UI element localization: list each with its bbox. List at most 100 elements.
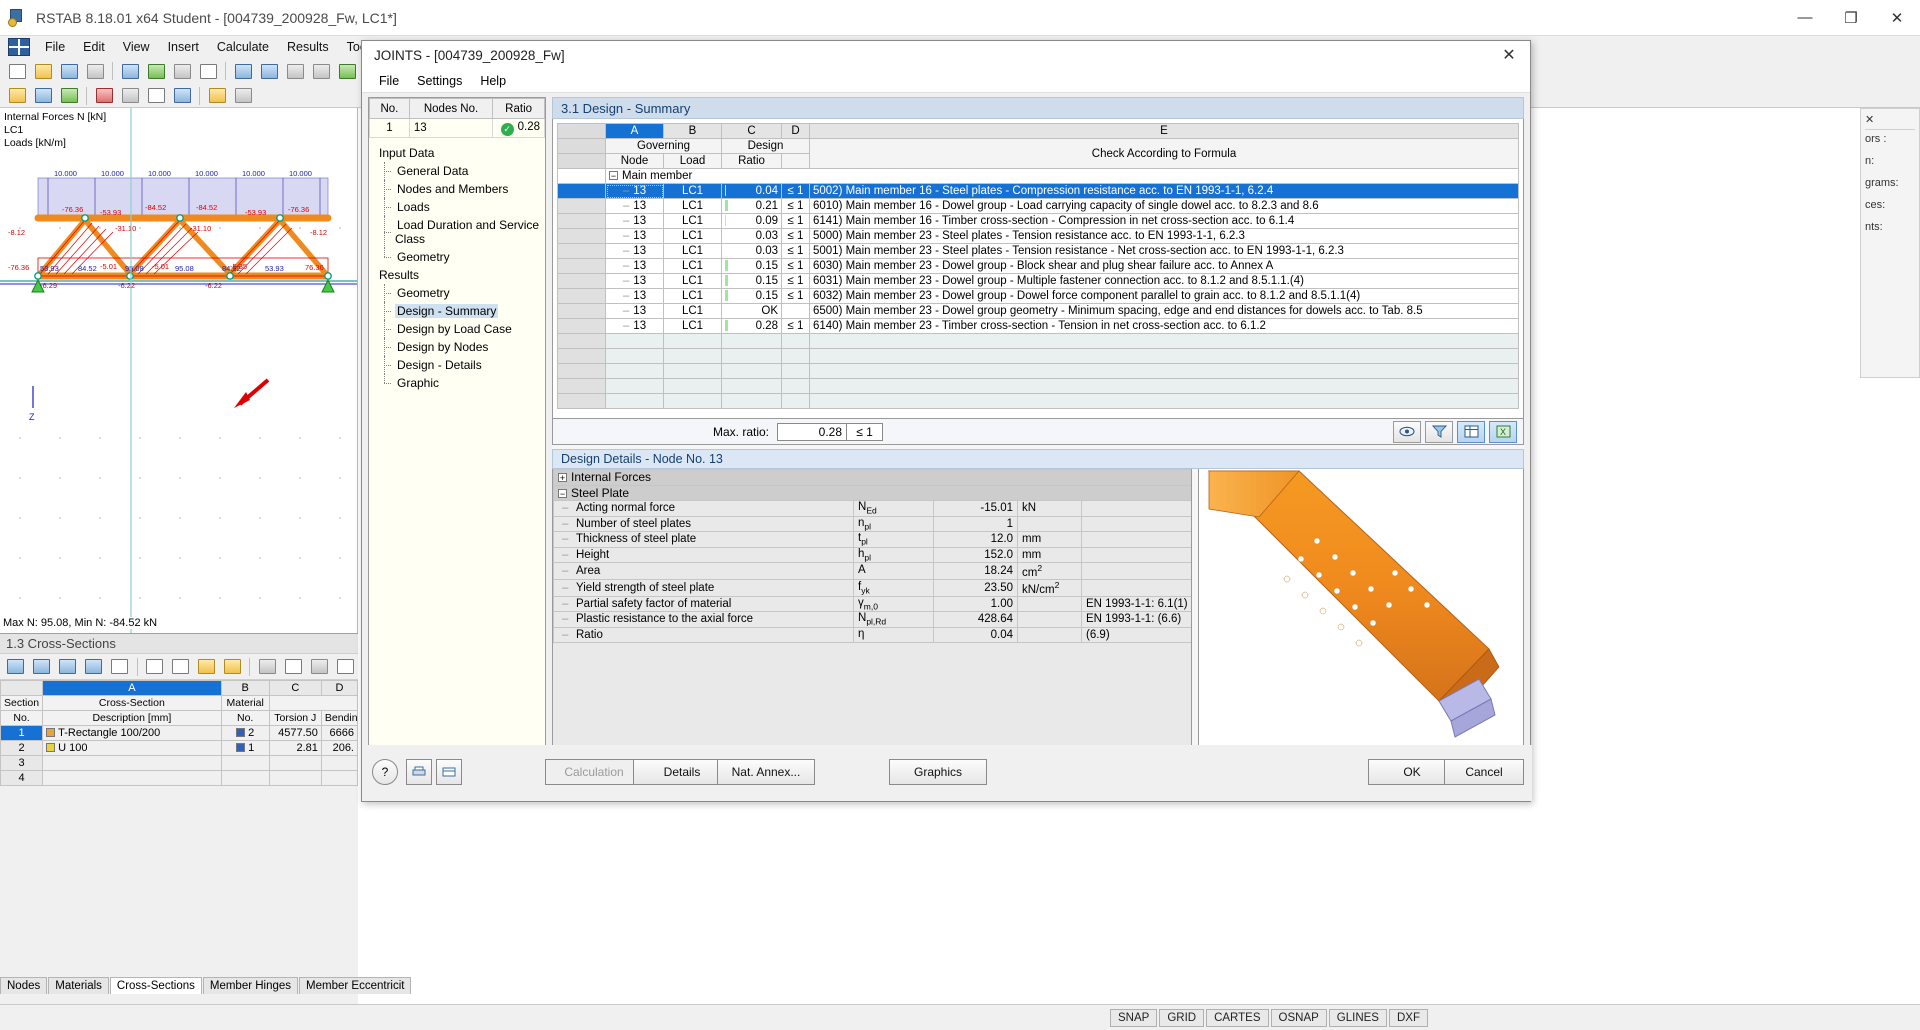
filter-icon[interactable] <box>1425 421 1453 443</box>
zoom-window-icon[interactable] <box>283 60 307 82</box>
menu-view[interactable]: View <box>114 38 159 56</box>
model-viewport[interactable]: 10.00010.00010.000 10.00010.00010.000 -7… <box>0 108 358 633</box>
snap-tool-icon[interactable] <box>170 85 194 107</box>
xs-desc-3[interactable] <box>43 756 222 771</box>
open-file-icon[interactable] <box>31 60 55 82</box>
xs-desc-4[interactable] <box>43 771 222 786</box>
xs-desc-2[interactable]: U 100 <box>43 741 222 756</box>
xs-lib-icon[interactable] <box>220 656 244 678</box>
cut-icon[interactable] <box>170 60 194 82</box>
xs-print-icon[interactable] <box>307 656 331 678</box>
print-icon[interactable] <box>83 60 107 82</box>
xs-close-icon[interactable] <box>333 656 357 678</box>
xs-desc-1[interactable]: T-Rectangle 100/200 <box>43 726 222 741</box>
status-cartes[interactable]: CARTES <box>1206 1009 1268 1027</box>
status-glines[interactable]: GLINES <box>1329 1009 1387 1027</box>
xs-row-no-3[interactable]: 3 <box>1 756 43 771</box>
xs-bending-2[interactable]: 206. <box>321 741 357 756</box>
nav-item-nodes-and-members[interactable]: Nodes and Members <box>377 180 545 198</box>
xs-row-no-1[interactable]: 1 <box>1 726 43 741</box>
table-row[interactable]: –13 LC1 0.28 ≤ 1 6140) Main member 23 - … <box>558 319 1519 334</box>
xs-table-icon[interactable] <box>143 656 167 678</box>
nav-item-design-by-nodes[interactable]: Design by Nodes <box>377 338 545 356</box>
status-osnap[interactable]: OSNAP <box>1271 1009 1327 1027</box>
section-tool-icon[interactable] <box>231 85 255 107</box>
xs-bending-4[interactable] <box>321 771 357 786</box>
tab-cross-sections[interactable]: Cross-Sections <box>110 977 202 994</box>
xs-mat-1[interactable]: 2 <box>221 726 269 741</box>
summary-group-row[interactable]: −Main member <box>558 169 1519 184</box>
xs-refresh-icon[interactable] <box>255 656 279 678</box>
xs-open-icon[interactable] <box>30 656 54 678</box>
status-grid[interactable]: GRID <box>1159 1009 1204 1027</box>
print-report-button[interactable] <box>406 759 432 785</box>
dialog-menu-help[interactable]: Help <box>471 72 515 90</box>
eye-icon[interactable] <box>1393 421 1421 443</box>
dialog-close-icon[interactable]: ✕ <box>1488 41 1530 69</box>
xs-col-d[interactable]: D <box>321 681 357 696</box>
xs-bending-3[interactable] <box>321 756 357 771</box>
joint-row-no[interactable]: 1 <box>370 119 410 138</box>
redo-icon[interactable] <box>144 60 168 82</box>
joint-row-nodes[interactable]: 13 <box>409 119 492 138</box>
nav-item-geometry-input[interactable]: Geometry <box>377 248 545 266</box>
dialog-menu-file[interactable]: File <box>370 72 408 90</box>
table-row[interactable]: –13 LC1 0.09 ≤ 1 6141) Main member 16 - … <box>558 214 1519 229</box>
export-button[interactable] <box>436 759 462 785</box>
summary-node-3[interactable]: –13 <box>606 214 664 229</box>
xs-mat-2[interactable]: 1 <box>221 741 269 756</box>
menu-edit[interactable]: Edit <box>74 38 114 56</box>
tab-member-hinges[interactable]: Member Hinges <box>203 977 298 994</box>
summary-col-c[interactable]: C <box>722 124 782 139</box>
design-summary-table[interactable]: A B C D E Governing Design Check Accordi… <box>557 123 1519 409</box>
nav-item-load-duration[interactable]: Load Duration and Service Class <box>377 216 545 248</box>
nav-item-general-data[interactable]: General Data <box>377 162 545 180</box>
xs-row-no-2[interactable]: 2 <box>1 741 43 756</box>
node-tool-icon[interactable] <box>5 85 29 107</box>
menu-insert[interactable]: Insert <box>159 38 208 56</box>
calculation-button[interactable]: Calculation <box>545 759 643 785</box>
joint-list-table[interactable]: No. Nodes No. Ratio 1 13 ✓0.28 <box>369 98 545 138</box>
xs-copy-icon[interactable] <box>82 656 106 678</box>
dialog-menu-settings[interactable]: Settings <box>408 72 471 90</box>
ok-button[interactable]: OK <box>1368 759 1456 785</box>
undo-icon[interactable] <box>118 60 142 82</box>
joint-row-ratio[interactable]: ✓0.28 <box>493 119 545 138</box>
expand-icon[interactable]: + <box>558 473 567 482</box>
summary-node-1[interactable]: –13 <box>606 184 664 199</box>
xs-filter-icon[interactable] <box>281 656 305 678</box>
xs-row-no-4[interactable]: 4 <box>1 771 43 786</box>
table-row[interactable]: –13 LC1 0.03 ≤ 1 5000) Main member 23 - … <box>558 229 1519 244</box>
minimize-button[interactable]: — <box>1782 0 1828 36</box>
details-group-internal-forces[interactable]: +Internal Forces <box>554 470 1192 486</box>
hinge-tool-icon[interactable] <box>118 85 142 107</box>
summary-col-e[interactable]: E <box>810 124 1519 139</box>
status-dxf[interactable]: DXF <box>1389 1009 1428 1027</box>
xs-new-icon[interactable] <box>4 656 28 678</box>
table-row[interactable]: –13 LC1 0.03 ≤ 1 5001) Main member 23 - … <box>558 244 1519 259</box>
zoom-out-icon[interactable] <box>257 60 281 82</box>
table-row[interactable]: –13 LC1 0.15 ≤ 1 6031) Main member 23 - … <box>558 274 1519 289</box>
navigator-close-icon[interactable]: ✕ <box>1865 113 1915 130</box>
xs-col-a[interactable]: A <box>43 681 222 696</box>
xs-torsion-4[interactable] <box>269 771 321 786</box>
xs-delete-icon[interactable] <box>108 656 132 678</box>
docked-navigator-panel[interactable]: ✕ ors : n: grams: ces: nts: <box>1860 108 1920 378</box>
summary-group-label-cell[interactable]: −Main member <box>606 169 1519 184</box>
dimension-tool-icon[interactable] <box>205 85 229 107</box>
summary-node-9[interactable]: –13 <box>606 304 664 319</box>
design-details-table-container[interactable]: +Internal Forces −Steel Plate Acting nor… <box>552 469 1192 759</box>
table-row[interactable]: –13 LC1 OK 6500) Main member 23 - Dowel … <box>558 304 1519 319</box>
help-button[interactable]: ? <box>372 759 398 785</box>
xs-col-c[interactable]: C <box>269 681 321 696</box>
nav-item-design-by-load-case[interactable]: Design by Load Case <box>377 320 545 338</box>
xs-save-icon[interactable] <box>56 656 80 678</box>
joint-3d-view[interactable] <box>1198 469 1524 759</box>
xs-bending-1[interactable]: 6666 <box>321 726 357 741</box>
member-tool-icon[interactable] <box>31 85 55 107</box>
xs-mat-3[interactable] <box>221 756 269 771</box>
maximize-button[interactable]: ❐ <box>1828 0 1874 36</box>
summary-col-b[interactable]: B <box>664 124 722 139</box>
xs-torsion-3[interactable] <box>269 756 321 771</box>
xs-list-icon[interactable] <box>169 656 193 678</box>
